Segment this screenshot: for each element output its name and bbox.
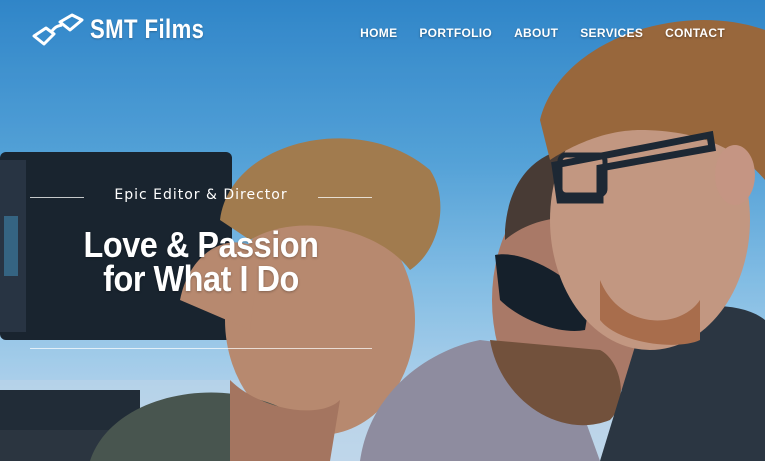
hero-headline: Love & Passion for What I Do [30, 224, 372, 299]
nav-home[interactable]: HOME [360, 26, 397, 40]
site-logo[interactable]: SMT Films [30, 12, 230, 46]
headline-line-2: for What I Do [103, 258, 299, 299]
main-nav: HOME PORTFOLIO ABOUT SERVICES CONTACT [360, 26, 725, 40]
headline-line-1: Love & Passion [83, 224, 319, 265]
nav-services[interactable]: SERVICES [580, 26, 643, 40]
tagline-row: Epic Editor & Director [30, 187, 372, 207]
tagline-divider-right [318, 197, 372, 198]
hero-tagline: Epic Editor & Director [114, 187, 288, 203]
nav-about[interactable]: ABOUT [514, 26, 558, 40]
nav-portfolio[interactable]: PORTFOLIO [419, 26, 492, 40]
nav-contact[interactable]: CONTACT [665, 26, 725, 40]
glasses-icon [32, 13, 84, 46]
brand-name: SMT Films [90, 13, 205, 44]
headline-divider [30, 348, 372, 349]
